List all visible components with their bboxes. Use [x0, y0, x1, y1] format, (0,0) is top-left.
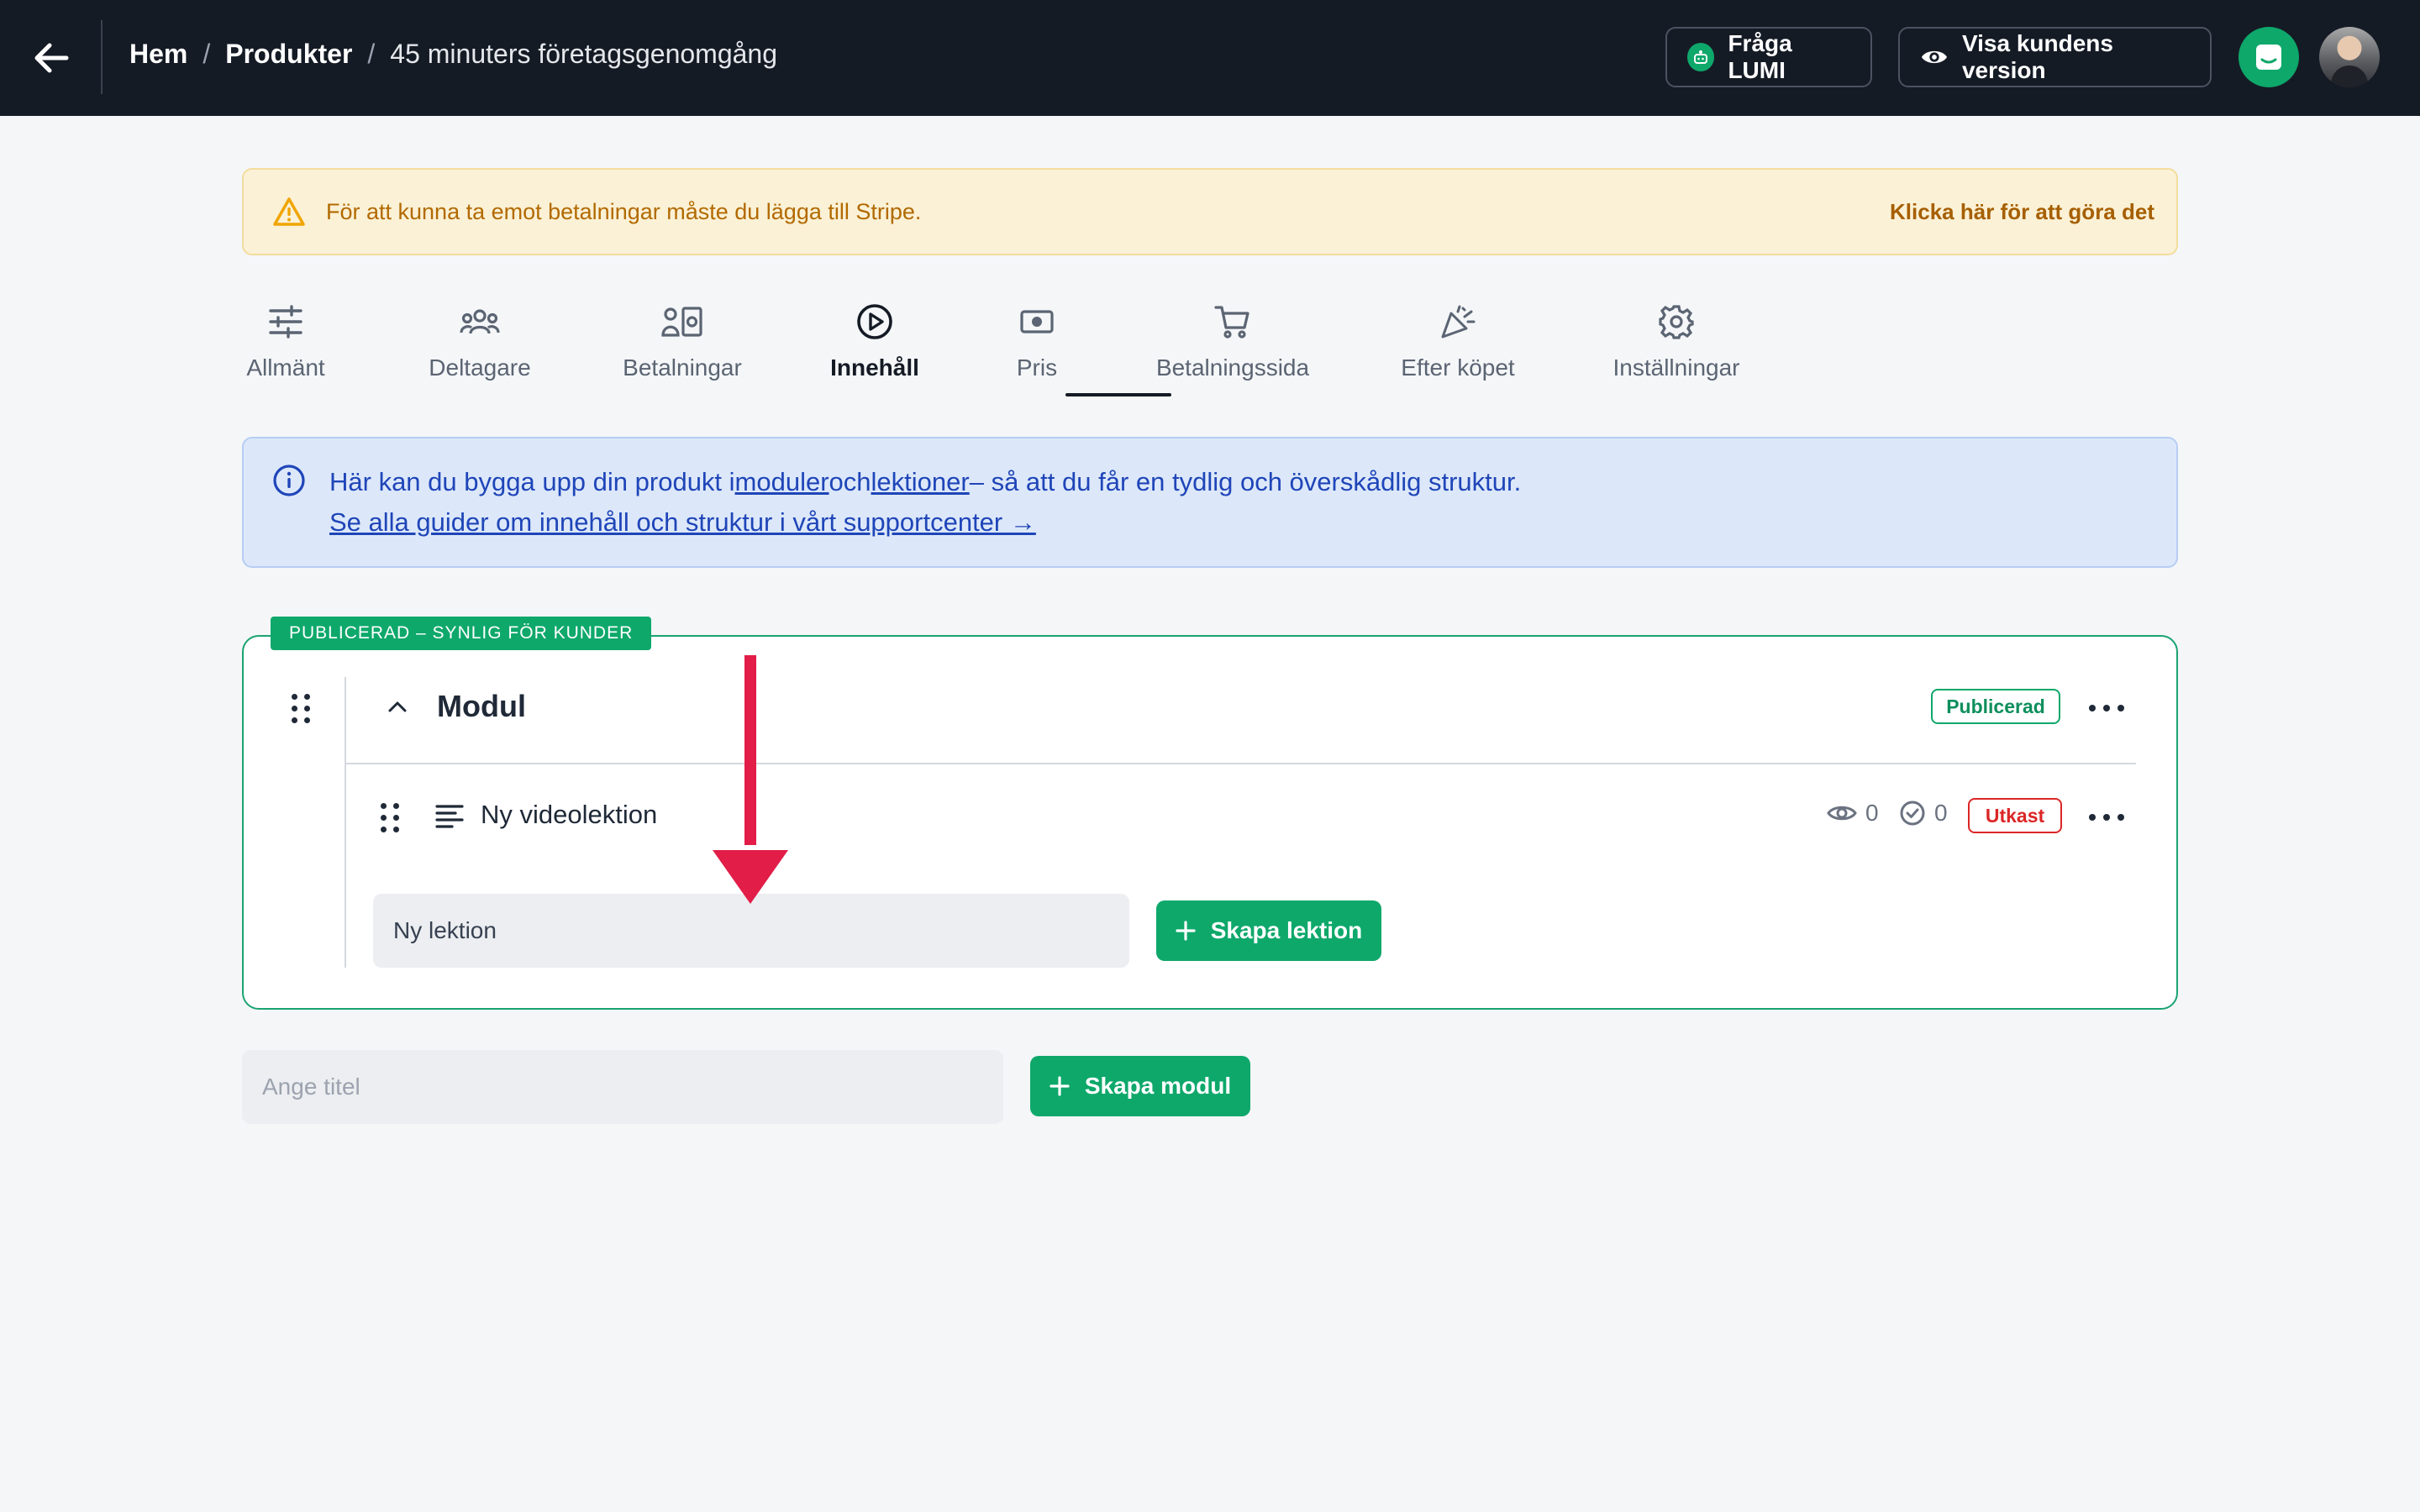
tab-label: Deltagare	[429, 354, 531, 381]
lesson-views-stat: 0	[1827, 800, 1879, 827]
chat-icon	[2256, 45, 2281, 70]
play-circle-icon	[857, 304, 892, 339]
breadcrumb-separator: /	[367, 39, 376, 69]
info-text-start: Här kan du bygga upp din produkt i	[329, 467, 735, 496]
tab-label: Allmänt	[246, 354, 325, 381]
customer-view-button[interactable]: Visa kundens version	[1898, 27, 2212, 87]
module-divider	[346, 763, 2136, 764]
sliders-icon	[269, 305, 302, 339]
tab-after-purchase[interactable]: Efter köpet	[1397, 297, 1519, 396]
eye-icon	[1921, 50, 1948, 64]
top-bar: Hem / Produkter / 45 minuters företagsge…	[0, 0, 2420, 116]
top-divider	[101, 20, 103, 94]
lesson-title[interactable]: Ny videolektion	[481, 800, 657, 830]
stripe-warning-banner: För att kunna ta emot betalningar måste …	[242, 168, 2178, 255]
module-more-button[interactable]	[2089, 696, 2124, 721]
breadcrumb: Hem / Produkter / 45 minuters företagsge…	[129, 39, 777, 70]
lessons-link[interactable]: lektioner	[871, 467, 970, 496]
modules-link[interactable]: moduler	[735, 467, 829, 496]
check-circle-icon	[1900, 801, 1925, 826]
new-lesson-input[interactable]: Ny lektion	[373, 894, 1129, 968]
create-lesson-label: Skapa lektion	[1210, 917, 1363, 943]
add-stripe-link[interactable]: Klicka här för att göra det	[1890, 199, 2154, 225]
party-popper-icon	[1441, 305, 1476, 339]
info-text-end: – så att du får en tydlig och överskådli…	[969, 467, 1522, 496]
info-text-and: och	[829, 467, 871, 496]
guides-link-row: Se alla guider om innehåll och struktur …	[329, 507, 1036, 538]
lesson-more-button[interactable]	[2089, 805, 2124, 830]
tab-label: Betalningssida	[1155, 354, 1310, 381]
active-tab-indicator	[1065, 393, 1171, 396]
eye-icon	[1827, 806, 1857, 821]
lesson-drag-handle[interactable]	[381, 803, 399, 832]
tab-payments[interactable]: Betalningar	[618, 297, 746, 396]
info-icon	[273, 465, 305, 496]
collapse-module-button[interactable]	[385, 694, 410, 719]
ask-lumi-label: Fråga LUMI	[1728, 30, 1792, 83]
published-section-badge: PUBLICERAD – SYNLIG FÖR KUNDER	[271, 617, 652, 650]
ask-lumi-button[interactable]: Fråga LUMI	[1665, 27, 1872, 87]
avatar[interactable]	[2319, 27, 2380, 87]
create-module-label: Skapa modul	[1084, 1073, 1232, 1099]
payments-icon	[661, 307, 702, 337]
tab-content[interactable]: Innehåll	[822, 297, 928, 396]
module-title[interactable]: Modul	[437, 689, 526, 724]
tab-participants[interactable]: Deltagare	[425, 297, 534, 396]
tab-label: Efter köpet	[1401, 354, 1515, 381]
arrow-left-icon	[34, 43, 69, 73]
plus-icon	[1050, 1076, 1070, 1096]
gear-icon	[1659, 305, 1694, 339]
tab-label: Inställningar	[1612, 354, 1740, 381]
breadcrumb-products[interactable]: Produkter	[225, 39, 352, 70]
tab-label: Pris	[1016, 354, 1058, 381]
users-icon	[460, 309, 500, 334]
money-icon	[1020, 310, 1054, 333]
tab-general[interactable]: Allmänt	[246, 297, 325, 396]
create-module-button[interactable]: Skapa modul	[1030, 1056, 1250, 1116]
tab-settings[interactable]: Inställningar	[1605, 297, 1748, 396]
support-guides-link[interactable]: Se alla guider om innehåll och struktur …	[329, 507, 1036, 537]
info-text: Här kan du bygga upp din produkt imodule…	[329, 467, 1521, 497]
create-lesson-button[interactable]: Skapa lektion	[1156, 900, 1381, 961]
lesson-views-count: 0	[1865, 800, 1879, 826]
module-drag-handle[interactable]	[292, 694, 310, 723]
tab-label: Innehåll	[830, 354, 919, 381]
lesson-completed-count: 0	[1934, 800, 1948, 826]
back-button[interactable]	[25, 32, 77, 84]
annotation-arrow-down-icon	[713, 655, 788, 904]
module-status-badge: Publicerad	[1931, 689, 2060, 724]
text-lesson-icon	[435, 805, 464, 828]
module-tree-line	[345, 677, 346, 968]
tab-price[interactable]: Pris	[1012, 297, 1062, 396]
lesson-status-badge: Utkast	[1968, 798, 2062, 833]
lesson-completed-stat: 0	[1899, 800, 1948, 827]
tab-label: Betalningar	[623, 354, 742, 381]
chat-button[interactable]	[2238, 27, 2299, 87]
customer-view-label: Visa kundens version	[1961, 30, 2113, 83]
breadcrumb-current: 45 minuters företagsgenomgång	[390, 39, 778, 69]
breadcrumb-separator: /	[203, 39, 211, 69]
plus-icon	[1176, 921, 1196, 941]
tab-checkout-page[interactable]: Betalningssida	[1151, 297, 1314, 396]
lumi-icon	[1687, 43, 1715, 71]
breadcrumb-home[interactable]: Hem	[129, 39, 187, 70]
warning-text: För att kunna ta emot betalningar måste …	[326, 198, 922, 224]
new-module-title-input[interactable]: Ange titel	[242, 1050, 1003, 1124]
warning-icon	[273, 197, 305, 226]
chevron-up-icon	[388, 701, 407, 712]
cart-icon	[1214, 306, 1249, 339]
content-info-banner: Här kan du bygga upp din produkt imodule…	[242, 437, 2178, 568]
